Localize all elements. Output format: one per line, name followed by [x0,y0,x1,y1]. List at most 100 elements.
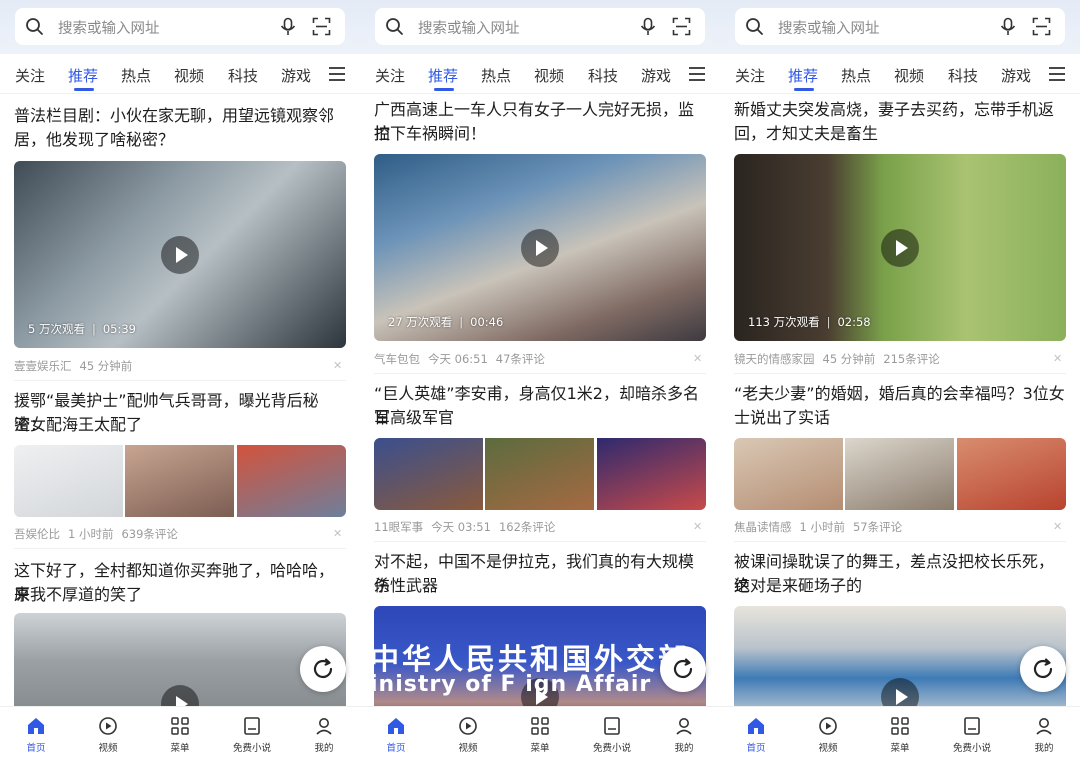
thumbnail-image[interactable] [597,438,706,510]
nav-video[interactable]: 视频 [78,716,138,754]
search-bar[interactable]: 搜索或输入网址 [375,8,705,45]
search-bar[interactable]: 搜索或输入网址 [735,8,1065,45]
thumbnail-image[interactable] [237,445,346,517]
news-title-line[interactable]: 伤性武器 [374,574,708,598]
search-placeholder: 搜索或输入网址 [778,21,880,37]
news-title-line[interactable]: 军高级军官 [374,406,708,430]
image-strip[interactable] [734,438,1066,510]
nav-menu[interactable]: 菜单 [510,716,570,754]
source-name[interactable]: 11眼军事 [374,520,423,534]
menu-icon[interactable] [688,66,706,82]
video-thumbnail[interactable]: 27 万次观看 | 00:46 [374,154,706,341]
tab-5[interactable]: 游戏 [1001,65,1031,86]
tab-5[interactable]: 游戏 [641,65,671,86]
thumbnail-image[interactable] [14,445,123,517]
news-title-line[interactable]: 渣女配海王太配了 [14,413,348,437]
thumbnail-image[interactable] [485,438,594,510]
play-icon[interactable] [161,236,199,274]
top-bar: 搜索或输入网址 [360,0,720,54]
thumbnail-image[interactable] [125,445,234,517]
play-icon[interactable] [161,685,199,706]
menu-icon[interactable] [328,66,346,82]
menu-icon[interactable] [1048,66,1066,82]
tab-1[interactable]: 推荐 [788,65,818,86]
news-title-line[interactable]: 新婚丈夫突发高烧，妻子去买药，忘带手机返 [734,98,1068,122]
nav-menu[interactable]: 菜单 [150,716,210,754]
nav-video[interactable]: 视频 [798,716,858,754]
tab-0[interactable]: 关注 [15,65,45,86]
refresh-button[interactable] [660,646,706,692]
play-icon[interactable] [881,229,919,267]
video-thumbnail[interactable]: 113 万次观看 | 02:58 [734,154,1066,341]
tab-3[interactable]: 视频 [534,65,564,86]
nav-home[interactable]: 首页 [366,716,426,754]
tab-2[interactable]: 热点 [481,65,511,86]
tab-4[interactable]: 科技 [228,65,258,86]
refresh-button[interactable] [300,646,346,692]
source-name[interactable]: 焦晶读情感 [734,520,792,534]
scan-icon[interactable] [672,17,691,36]
image-strip[interactable] [374,438,706,510]
nav-novel[interactable]: 免费小说 [582,716,642,754]
image-strip[interactable] [14,445,346,517]
tab-2[interactable]: 热点 [121,65,151,86]
tab-1[interactable]: 推荐 [68,65,98,86]
tab-3[interactable]: 视频 [894,65,924,86]
mic-icon[interactable] [999,17,1017,36]
close-icon[interactable]: ✕ [333,527,342,540]
scan-icon[interactable] [1032,17,1051,36]
search-bar[interactable]: 搜索或输入网址 [15,8,345,45]
news-title-line[interactable]: 回，才知丈夫是畜生 [734,122,1068,146]
close-icon[interactable]: ✕ [333,359,342,372]
close-icon[interactable]: ✕ [1053,352,1062,365]
tab-1[interactable]: 推荐 [428,65,458,86]
nav-video[interactable]: 视频 [438,716,498,754]
nav-profile[interactable]: 我的 [294,716,354,754]
tab-4[interactable]: 科技 [948,65,978,86]
tab-0[interactable]: 关注 [375,65,405,86]
video-thumbnail[interactable] [14,613,346,706]
nav-home[interactable]: 首页 [6,716,66,754]
news-title-line[interactable]: 绝对是来砸场子的 [734,574,1068,598]
play-icon[interactable] [881,678,919,706]
news-title-line[interactable]: “老夫少妻”的婚姻，婚后真的会幸福吗？3位女 [734,382,1068,406]
close-icon[interactable]: ✕ [693,352,702,365]
source-name[interactable]: 吾娱伦比 [14,527,60,541]
nav-home[interactable]: 首页 [726,716,786,754]
tab-5[interactable]: 游戏 [281,65,311,86]
tab-2[interactable]: 热点 [841,65,871,86]
close-icon[interactable]: ✕ [693,520,702,533]
news-title-line[interactable]: 普法栏目剧：小伙在家无聊，用望远镜观察邻 [14,104,348,128]
tab-4[interactable]: 科技 [588,65,618,86]
nav-novel[interactable]: 免费小说 [942,716,1002,754]
mic-icon[interactable] [639,17,657,36]
thumbnail-image[interactable] [374,438,483,510]
source-name[interactable]: 壹壹娱乐汇 [14,359,72,373]
thumbnail-image[interactable] [957,438,1066,510]
tab-3[interactable]: 视频 [174,65,204,86]
tab-0[interactable]: 关注 [735,65,765,86]
news-title-line[interactable]: 拍下车祸瞬间！ [374,122,708,146]
news-title-line[interactable]: 士说出了实话 [734,406,1068,430]
video-thumbnail[interactable]: 中华人民共和国外交部 inistry of F ign Affair [374,606,706,706]
thumbnail-image[interactable] [734,438,843,510]
news-title-line[interactable]: 居，他发现了啥秘密？ [14,128,348,152]
nav-profile[interactable]: 我的 [1014,716,1074,754]
article-meta: 吾娱伦比 1 小时前 639条评论 [14,526,186,542]
close-icon[interactable]: ✕ [1053,520,1062,533]
play-icon[interactable] [521,229,559,267]
nav-label: 菜单 [530,743,550,754]
video-thumbnail[interactable] [734,606,1066,706]
video-duration: 00:46 [470,315,504,329]
nav-menu[interactable]: 菜单 [870,716,930,754]
mic-icon[interactable] [279,17,297,36]
refresh-button[interactable] [1020,646,1066,692]
scan-icon[interactable] [312,17,331,36]
thumbnail-image[interactable] [845,438,954,510]
video-thumbnail[interactable]: 5 万次观看 | 05:39 [14,161,346,348]
source-name[interactable]: 镜天的情感家园 [734,352,815,366]
nav-novel[interactable]: 免费小说 [222,716,282,754]
nav-profile[interactable]: 我的 [654,716,714,754]
news-title-line[interactable]: 来我不厚道的笑了 [14,583,348,607]
source-name[interactable]: 气车包包 [374,352,420,366]
